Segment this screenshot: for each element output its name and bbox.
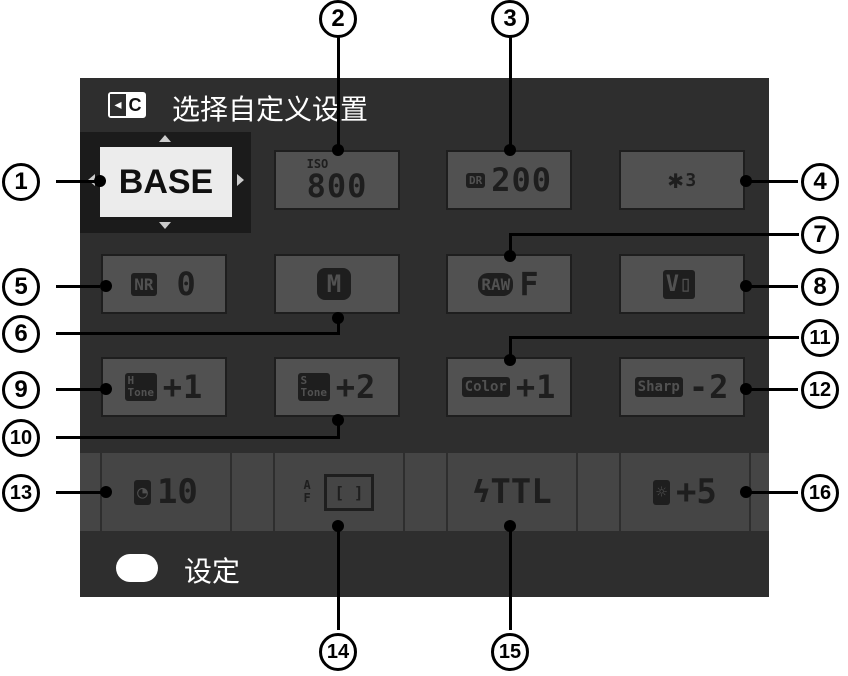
leader-line [56,436,340,439]
leader-dot [94,175,106,187]
callout-14: 14 [319,633,357,671]
leader-dot [504,354,516,366]
shooting-mode-tile[interactable]: M [274,254,400,314]
leader-dot [332,312,344,324]
leader-dot [332,144,344,156]
leader-dot [332,520,344,532]
color-icon: Color [461,377,510,397]
footer-bar: 设定 [80,540,769,597]
base-label: BASE [100,147,232,217]
leader-dot [740,175,752,187]
callout-4: 4 [801,163,839,201]
callout-9: 9 [2,371,40,409]
leader-dot [100,383,112,395]
bottom-settings-row: ◔ 10 AF [ ] ϟ TTL ☼ +5 [80,453,769,531]
leader-line [56,332,340,335]
leader-line [509,233,799,236]
custom-c-icon: ◂ C [108,92,146,118]
leader-dot [332,414,344,426]
title-bar: ◂ C 选择自定义设置 [80,78,769,132]
callout-2: 2 [319,0,357,38]
brightness-icon: ☼ [653,479,670,505]
leader-dot [740,383,752,395]
leader-dot [504,520,516,532]
color-tile[interactable]: Color +1 [446,357,572,417]
callout-7: 7 [801,216,839,254]
right-arrow-icon [237,174,244,186]
callout-11: 11 [801,319,839,357]
leader-dot [504,250,516,262]
leader-line [509,522,512,630]
leader-line [746,388,798,391]
callout-16: 16 [801,474,839,512]
leader-line [337,36,340,150]
callout-8: 8 [801,268,839,306]
callout-13: 13 [2,474,40,512]
leader-line [509,36,512,150]
raw-format-tile[interactable]: RAW F [446,254,572,314]
leader-line [746,180,798,183]
down-arrow-icon [159,222,171,229]
shadow-tone-icon: S Tone [297,372,330,402]
leader-line [746,285,798,288]
leader-line [337,522,340,630]
callout-12: 12 [801,371,839,409]
callout-6: 6 [2,315,40,353]
leader-dot [740,280,752,292]
af-mode-setting[interactable]: AF [ ] [275,461,403,523]
sharpness-icon: Sharp [634,377,683,397]
iso-tile[interactable]: ISO 800 [274,150,400,210]
up-arrow-icon [159,135,171,142]
leader-dot [100,486,112,498]
noise-reduction-tile[interactable]: NR 0 [101,254,227,314]
menu-ok-button-icon [116,554,158,582]
af-frame-icon: [ ] [323,473,375,511]
film-simulation-tile[interactable]: V ▯ [619,254,745,314]
white-balance-tile[interactable]: ✱ 3 [619,150,745,210]
leader-line [56,388,106,391]
leader-line [56,285,100,288]
leader-dot [504,144,516,156]
callout-1: 1 [2,163,40,201]
dr-icon: DR [465,172,486,188]
self-timer-setting[interactable]: ◔ 10 [102,461,230,523]
leader-line [56,491,106,494]
footer-label: 设定 [184,555,241,588]
highlight-tone-tile[interactable]: H Tone +1 [101,357,227,417]
sharpness-tile[interactable]: Sharp -2 [619,357,745,417]
raw-icon: RAW [478,272,514,296]
leader-line [509,336,799,339]
callout-10: 10 [2,419,40,457]
self-timer-icon: ◔ [134,479,151,505]
flash-icon: ϟ [472,474,491,510]
leader-dot [100,280,112,292]
highlight-tone-icon: H Tone [124,372,157,402]
shadow-tone-tile[interactable]: S Tone +2 [274,357,400,417]
callout-5: 5 [2,268,40,306]
callout-15: 15 [491,633,529,671]
film-simulation-icon: V ▯ [662,269,696,299]
leader-dot [740,486,752,498]
brightness-setting[interactable]: ☼ +5 [621,461,749,523]
flash-mode-setting[interactable]: ϟ TTL [448,461,576,523]
mode-m-icon: M [316,268,352,300]
tungsten-wb-icon: ✱ [667,165,684,195]
dynamic-range-tile[interactable]: DR 200 [446,150,572,210]
leader-line [746,491,798,494]
callout-3: 3 [491,0,529,38]
nr-icon: NR [131,272,157,296]
